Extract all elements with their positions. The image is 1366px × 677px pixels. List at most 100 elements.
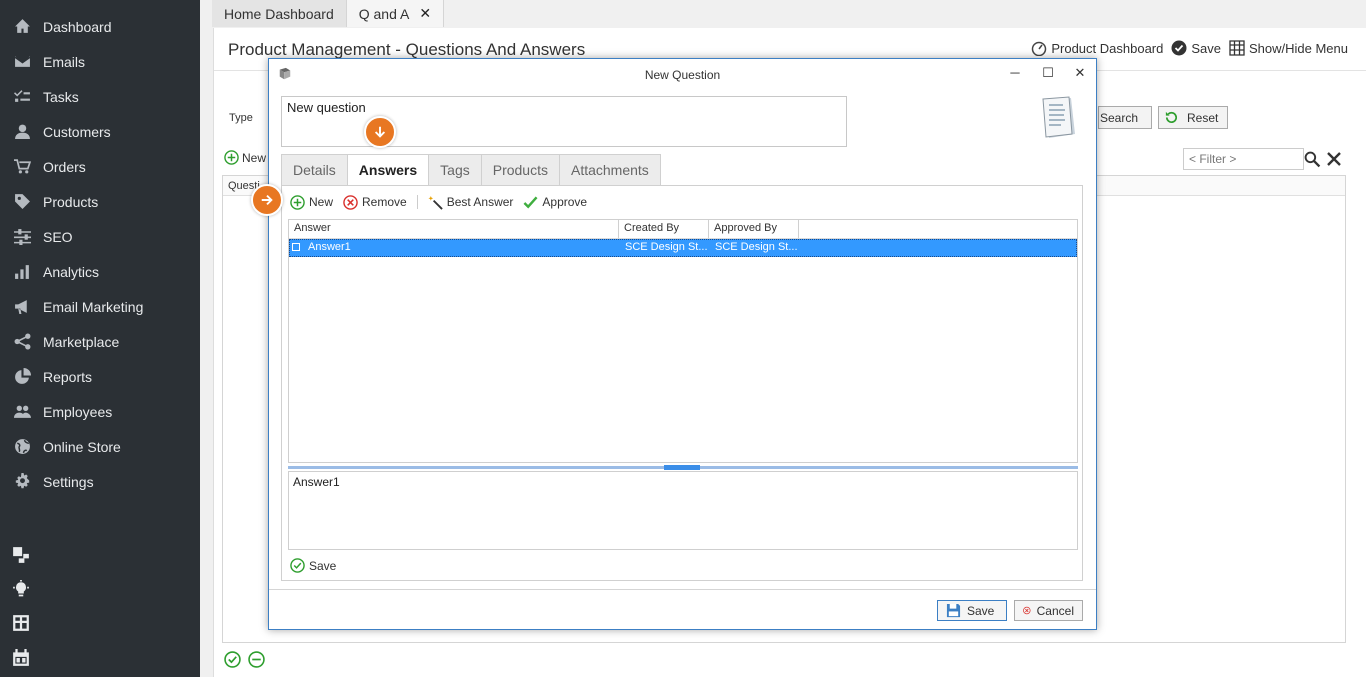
answers-toolbar: New Remove Best Answer Approve bbox=[290, 192, 597, 212]
show-hide-menu-button[interactable]: Show/Hide Menu bbox=[1229, 40, 1348, 56]
tab-answers[interactable]: Answers bbox=[346, 154, 429, 186]
save-answer-button[interactable]: Save bbox=[290, 558, 336, 573]
answers-grid: Answer Created By Approved By Answer1 SC… bbox=[288, 219, 1078, 463]
search-button[interactable]: Search bbox=[1098, 106, 1152, 129]
bar-chart-icon bbox=[12, 262, 32, 282]
maximize-button[interactable]: ☐ bbox=[1039, 65, 1057, 83]
answer-cell: Answer1 bbox=[290, 240, 620, 256]
button-label: New bbox=[242, 150, 267, 165]
lightbulb-icon[interactable] bbox=[11, 579, 31, 599]
column-created-by[interactable]: Created By bbox=[619, 220, 709, 238]
document-icon bbox=[1042, 96, 1075, 138]
plus-circle-icon bbox=[224, 150, 239, 165]
calendar-icon[interactable] bbox=[11, 648, 31, 668]
sidebar-item-email-marketing[interactable]: Email Marketing bbox=[0, 289, 200, 324]
pie-chart-icon bbox=[12, 367, 32, 387]
envelope-icon bbox=[12, 52, 32, 72]
grid-menu-icon bbox=[1229, 40, 1245, 56]
tab-attachments[interactable]: Attachments bbox=[558, 154, 661, 186]
tab-home-dashboard[interactable]: Home Dashboard bbox=[212, 0, 347, 27]
minimize-button[interactable]: ─ bbox=[1006, 65, 1024, 83]
user-icon bbox=[12, 122, 32, 142]
cart-icon bbox=[12, 157, 32, 177]
button-label: Reset bbox=[1187, 110, 1219, 125]
sidebar: Dashboard Emails Tasks Customers Orders … bbox=[0, 0, 200, 677]
globe-icon bbox=[12, 437, 32, 457]
dialog-footer: Save Cancel bbox=[269, 589, 1096, 629]
new-answer-button[interactable]: New bbox=[290, 194, 333, 210]
column-answer[interactable]: Answer bbox=[289, 220, 619, 238]
sidebar-item-dashboard[interactable]: Dashboard bbox=[0, 9, 200, 44]
expand-icon[interactable] bbox=[292, 243, 300, 251]
sidebar-item-seo[interactable]: SEO bbox=[0, 219, 200, 254]
splitter[interactable] bbox=[288, 465, 1078, 470]
megaphone-icon bbox=[12, 297, 32, 317]
sidebar-item-label: Settings bbox=[43, 473, 94, 490]
tag-icon bbox=[12, 192, 32, 212]
product-dashboard-button[interactable]: Product Dashboard bbox=[1031, 40, 1163, 56]
sidebar-item-tasks[interactable]: Tasks bbox=[0, 79, 200, 114]
button-label: Save bbox=[309, 558, 337, 573]
sidebar-item-marketplace[interactable]: Marketplace bbox=[0, 324, 200, 359]
widgets-icon[interactable] bbox=[11, 545, 31, 565]
reset-button[interactable]: Reset bbox=[1158, 106, 1228, 129]
sidebar-item-label: Dashboard bbox=[43, 18, 112, 35]
approve-button[interactable]: Approve bbox=[523, 195, 587, 210]
sidebar-item-label: Marketplace bbox=[43, 333, 120, 350]
sidebar-item-settings[interactable]: Settings bbox=[0, 464, 200, 499]
sidebar-item-label: Reports bbox=[43, 368, 93, 385]
bottom-actions bbox=[224, 651, 265, 668]
sidebar-item-label: Analytics bbox=[43, 263, 100, 280]
table-row[interactable]: Answer1 SCE Design St... SCE Design St..… bbox=[289, 239, 1077, 257]
tab-details[interactable]: Details bbox=[281, 154, 347, 186]
page-title: Product Management - Questions And Answe… bbox=[228, 40, 586, 59]
hint-arrow-down-icon bbox=[364, 116, 396, 148]
tab-q-and-a[interactable]: Q and A ✕ bbox=[346, 0, 445, 27]
button-label: Save bbox=[967, 603, 995, 618]
sidebar-item-label: Email Marketing bbox=[43, 298, 144, 315]
grid-header-row: Answer Created By Approved By bbox=[289, 220, 1077, 239]
header-save-button[interactable]: Save bbox=[1171, 40, 1221, 56]
splitter-handle[interactable] bbox=[664, 465, 700, 470]
sidebar-item-reports[interactable]: Reports bbox=[0, 359, 200, 394]
tab-tags[interactable]: Tags bbox=[428, 154, 481, 186]
sidebar-item-orders[interactable]: Orders bbox=[0, 149, 200, 184]
dashboard-gauge-icon bbox=[1032, 41, 1047, 56]
best-answer-button[interactable]: Best Answer bbox=[428, 195, 513, 210]
sidebar-item-label: Tasks bbox=[43, 88, 79, 105]
sidebar-item-employees[interactable]: Employees bbox=[0, 394, 200, 429]
tab-products[interactable]: Products bbox=[480, 154, 559, 186]
sidebar-item-products[interactable]: Products bbox=[0, 184, 200, 219]
home-icon bbox=[12, 17, 32, 37]
header-actions: Product Dashboard Save Show/Hide Menu bbox=[1031, 40, 1348, 56]
sidebar-item-emails[interactable]: Emails bbox=[0, 44, 200, 79]
sidebar-item-online-store[interactable]: Online Store bbox=[0, 429, 200, 464]
created-by-cell: SCE Design St... bbox=[625, 241, 708, 253]
dialog-save-button[interactable]: Save bbox=[937, 600, 1007, 621]
minus-circle-icon[interactable] bbox=[248, 651, 265, 668]
cancel-circle-icon bbox=[1023, 606, 1031, 615]
close-icon[interactable]: ✕ bbox=[419, 5, 431, 22]
toolbar-separator bbox=[416, 195, 418, 209]
filter-input[interactable]: < Filter > bbox=[1183, 148, 1304, 170]
tasks-icon bbox=[12, 87, 32, 107]
remove-answer-button[interactable]: Remove bbox=[343, 194, 407, 210]
sidebar-item-label: Customers bbox=[43, 123, 111, 140]
approve-circle-icon[interactable] bbox=[224, 651, 241, 668]
search-icon[interactable] bbox=[1304, 151, 1321, 168]
magic-wand-icon bbox=[428, 195, 443, 210]
check-icon bbox=[523, 196, 538, 208]
clear-filter-icon[interactable] bbox=[1326, 151, 1342, 167]
button-label: Cancel bbox=[1036, 603, 1074, 618]
sidebar-item-analytics[interactable]: Analytics bbox=[0, 254, 200, 289]
new-question-button[interactable]: New bbox=[224, 150, 266, 165]
sidebar-item-customers[interactable]: Customers bbox=[0, 114, 200, 149]
type-label: Type bbox=[229, 112, 253, 124]
column-approved-by[interactable]: Approved By bbox=[709, 220, 799, 238]
sidebar-item-label: Emails bbox=[43, 53, 86, 70]
dialog-close-button[interactable]: ✕ bbox=[1071, 65, 1089, 83]
dialog-cancel-button[interactable]: Cancel bbox=[1014, 600, 1083, 621]
button-label: Approve bbox=[542, 195, 588, 209]
calculator-icon[interactable] bbox=[11, 613, 31, 633]
answer-text-editor[interactable]: Answer1 bbox=[288, 471, 1078, 550]
